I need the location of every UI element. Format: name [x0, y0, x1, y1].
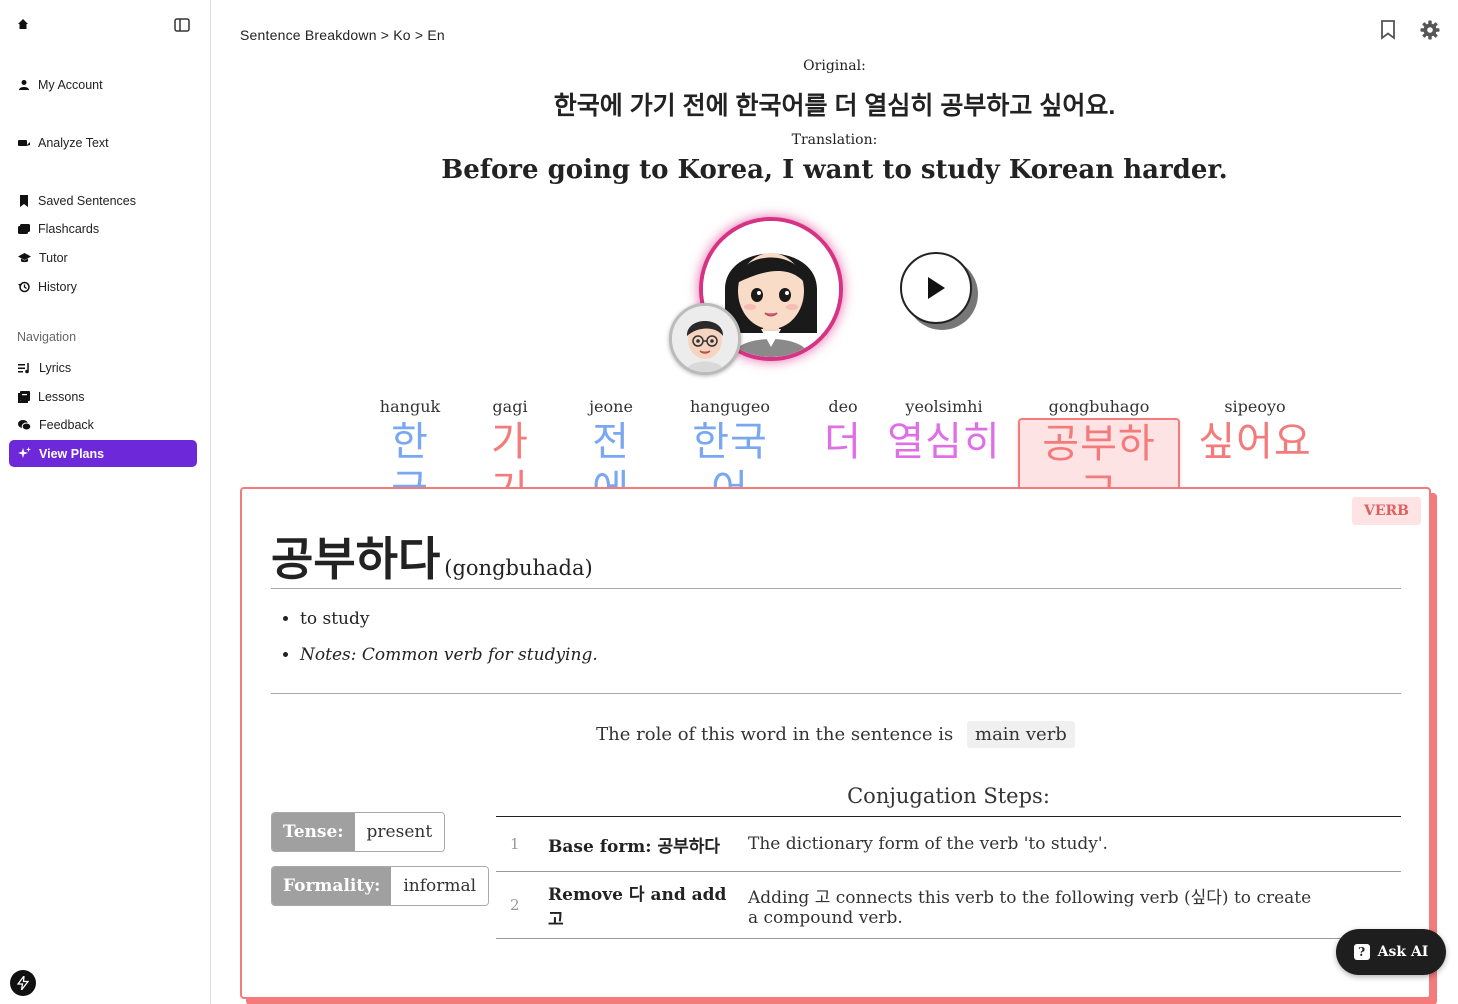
breadcrumb[interactable]: Sentence Breakdown > Ko > En [240, 27, 445, 43]
word-romanization: sipeoyo [1224, 397, 1286, 416]
word-romanization: jeone [589, 397, 633, 416]
definition-list: to study Notes: Common verb for studying… [300, 609, 598, 681]
sparkle-icon [18, 447, 31, 458]
word-token[interactable]: yeolsimhi 열심히 [877, 396, 1011, 466]
word-romanization: gagi [492, 397, 528, 416]
word-romanization: yeolsimhi [905, 397, 983, 416]
conjugation-table: 1 Base form: 공부하다 The dictionary form of… [496, 816, 1401, 939]
sidebar-item-label: View Plans [39, 446, 105, 461]
sidebar-item-label: Flashcards [38, 221, 100, 236]
sidebar-item-label: My Account [38, 77, 103, 92]
sidebar-item-label: History [38, 279, 77, 294]
sidebar-item-lessons[interactable]: Lessons [9, 383, 197, 410]
gear-icon[interactable] [1420, 20, 1440, 45]
nav-heading: Navigation [17, 330, 77, 344]
word-detail-card: VERB 공부하다 (gongbuhada) to study Notes: C… [240, 487, 1431, 999]
sidebar-item-label: Feedback [39, 417, 94, 432]
word-romanization: deo [828, 397, 858, 416]
sidebar-item-tutor[interactable]: Tutor [9, 244, 197, 271]
role-sentence: The role of this word in the sentence is… [242, 721, 1429, 748]
divider [271, 693, 1401, 694]
history-icon [18, 281, 30, 292]
tense-tag: Tense: present [271, 812, 446, 852]
sidebar-top [16, 17, 196, 37]
step-title: Remove 다 and add 고 [548, 885, 727, 930]
step-number: 1 [510, 835, 520, 853]
step-title: Base form: 공부하다 [548, 836, 721, 857]
step-description: The dictionary form of the verb 'to stud… [748, 834, 1108, 854]
graduation-cap-icon [18, 252, 31, 262]
role-pill: main verb [967, 721, 1075, 748]
lemma-heading: 공부하다 (gongbuhada) [271, 523, 593, 589]
tense-value: present [354, 813, 445, 851]
word-token[interactable]: deo 더 [813, 396, 873, 466]
divider [271, 588, 1401, 589]
translation-label: Translation: [791, 132, 878, 148]
formality-label: Formality: [272, 867, 392, 905]
word-korean: 열심히 [887, 419, 1001, 465]
bolt-icon[interactable] [10, 970, 36, 996]
role-prefix: The role of this word in the sentence is [596, 724, 954, 745]
tutor-avatar-male[interactable] [669, 303, 741, 375]
bookmark-icon[interactable] [1380, 20, 1396, 45]
word-romanization: hangugeo [689, 397, 771, 416]
bookmark-icon [20, 194, 28, 207]
table-row: 1 Base form: 공부하다 The dictionary form of… [496, 817, 1401, 872]
sidebar-item-label: Lessons [38, 389, 85, 404]
original-label: Original: [803, 58, 866, 74]
book-icon [18, 390, 30, 403]
step-number: 2 [510, 896, 520, 914]
word-korean: 싶어요 [1198, 419, 1312, 465]
notes-item: Notes: Common verb for studying. [300, 645, 598, 665]
play-audio-button[interactable] [900, 252, 972, 324]
lemma-romanization: (gongbuhada) [444, 556, 593, 580]
original-sentence: 한국에 가기 전에 한국어를 더 열심히 공부하고 싶어요. [553, 92, 1116, 120]
ask-ai-label: Ask AI [1377, 944, 1429, 960]
sidebar-item-analyze-text[interactable]: Analyze Text [9, 129, 197, 156]
sidebar-item-label: Saved Sentences [38, 193, 136, 208]
top-icons [1380, 20, 1440, 45]
word-korean: 더 [824, 419, 862, 465]
sidebar-item-my-account[interactable]: My Account [9, 71, 197, 98]
tense-label: Tense: [272, 813, 355, 851]
sidebar-item-view-plans[interactable]: View Plans [9, 440, 197, 467]
main-content: Sentence Breakdown > Ko > En Original: 한… [211, 0, 1458, 1004]
word-romanization: gongbuhago [1048, 397, 1150, 416]
user-icon [19, 79, 29, 90]
sidebar: My Account Analyze Text Saved Sentences … [0, 0, 211, 1004]
sidebar-item-flashcards[interactable]: Flashcards [9, 215, 197, 242]
sidebar-item-saved-sentences[interactable]: Saved Sentences [9, 187, 197, 214]
formality-tag: Formality: informal [271, 866, 490, 906]
pos-badge: VERB [1351, 497, 1421, 525]
sidebar-item-label: Tutor [39, 250, 68, 265]
word-romanization: hanguk [379, 397, 441, 416]
sidebar-item-history[interactable]: History [9, 273, 197, 300]
sidebar-item-feedback[interactable]: Feedback [9, 411, 197, 438]
sidebar-item-lyrics[interactable]: Lyrics [9, 354, 197, 381]
sidebar-item-label: Lyrics [39, 360, 72, 375]
sidebar-item-label: Analyze Text [38, 135, 109, 150]
home-icon[interactable] [16, 17, 30, 36]
formality-value: informal [391, 867, 489, 905]
comments-icon [18, 419, 31, 430]
cards-icon [18, 223, 30, 234]
word-token[interactable]: sipeoyo 싶어요 [1188, 396, 1322, 466]
table-row: 2 Remove 다 and add 고 Adding 고 connects t… [496, 872, 1401, 939]
sidebar-toggle-icon[interactable] [174, 18, 190, 37]
step-description: Adding 고 connects this verb to the follo… [748, 887, 1312, 928]
play-icon [928, 277, 945, 299]
conjugation-title: Conjugation Steps: [847, 784, 1050, 808]
ask-ai-button[interactable]: ? Ask AI [1336, 929, 1446, 975]
lemma-korean: 공부하다 [271, 532, 441, 586]
translation-sentence: Before going to Korea, I want to study K… [441, 155, 1228, 185]
definition-item: to study [300, 609, 598, 629]
question-icon: ? [1353, 944, 1370, 960]
analyze-icon [18, 139, 30, 146]
music-list-icon [18, 362, 29, 373]
